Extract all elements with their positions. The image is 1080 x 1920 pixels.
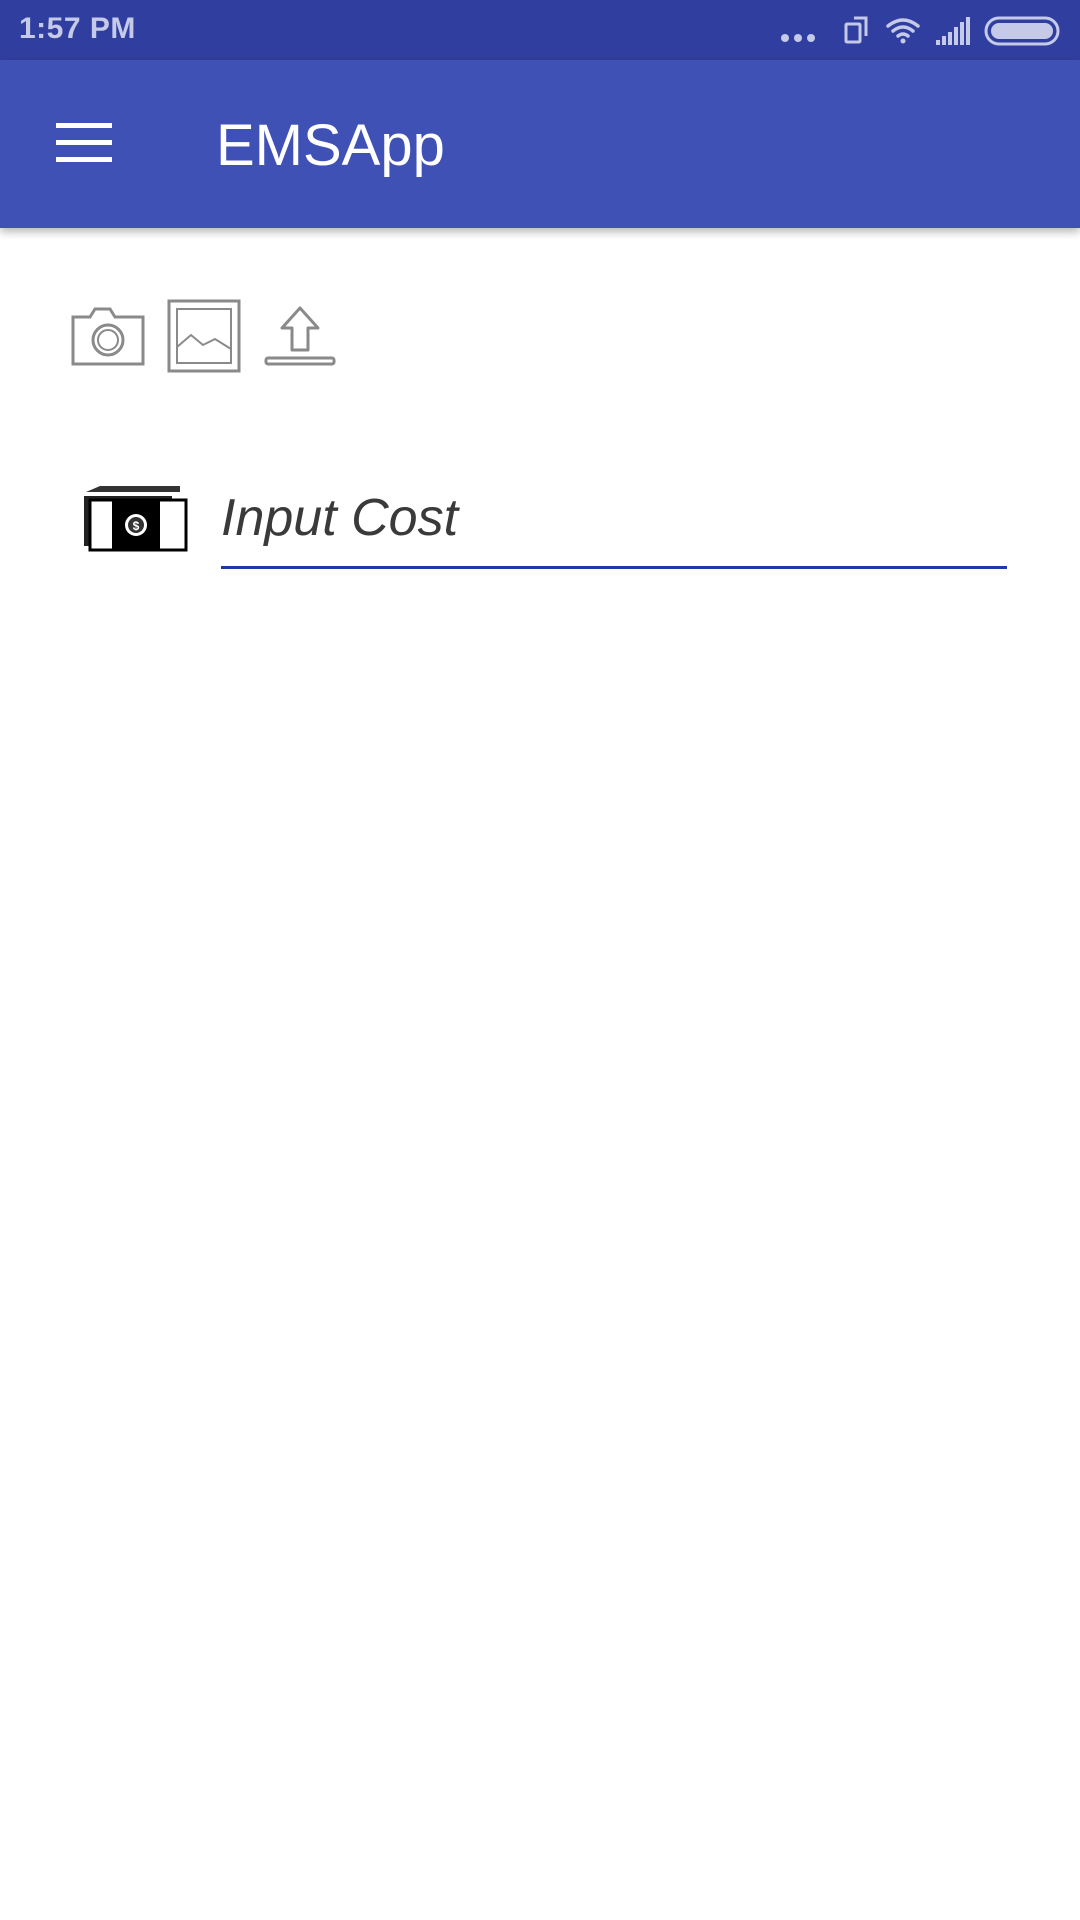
money-icon: $ <box>80 482 190 554</box>
more-dots-icon <box>781 34 815 42</box>
app-title: EMSApp <box>216 113 445 178</box>
signal-icon <box>936 17 970 45</box>
app-bar: EMSApp <box>0 60 1080 228</box>
svg-text:$: $ <box>133 519 140 533</box>
image-toolbar <box>68 296 348 376</box>
status-icons <box>776 10 1066 50</box>
upload-icon[interactable] <box>262 304 338 368</box>
menu-button[interactable] <box>34 100 134 186</box>
battery-icon <box>984 16 1060 46</box>
cost-field-underline <box>221 566 1007 569</box>
status-time: 1:57 PM <box>19 12 136 45</box>
upload-button[interactable] <box>260 296 340 376</box>
gallery-icon[interactable] <box>167 299 241 373</box>
hamburger-menu-icon[interactable] <box>54 121 114 165</box>
camera-icon[interactable] <box>70 305 146 367</box>
status-bar: 1:57 PM <box>0 0 1080 60</box>
screen-rotate-icon <box>844 16 868 44</box>
input-cost-field[interactable] <box>221 470 1007 566</box>
camera-button[interactable] <box>68 296 148 376</box>
wifi-icon <box>886 18 920 44</box>
gallery-button[interactable] <box>164 296 244 376</box>
cost-field <box>221 470 1007 570</box>
